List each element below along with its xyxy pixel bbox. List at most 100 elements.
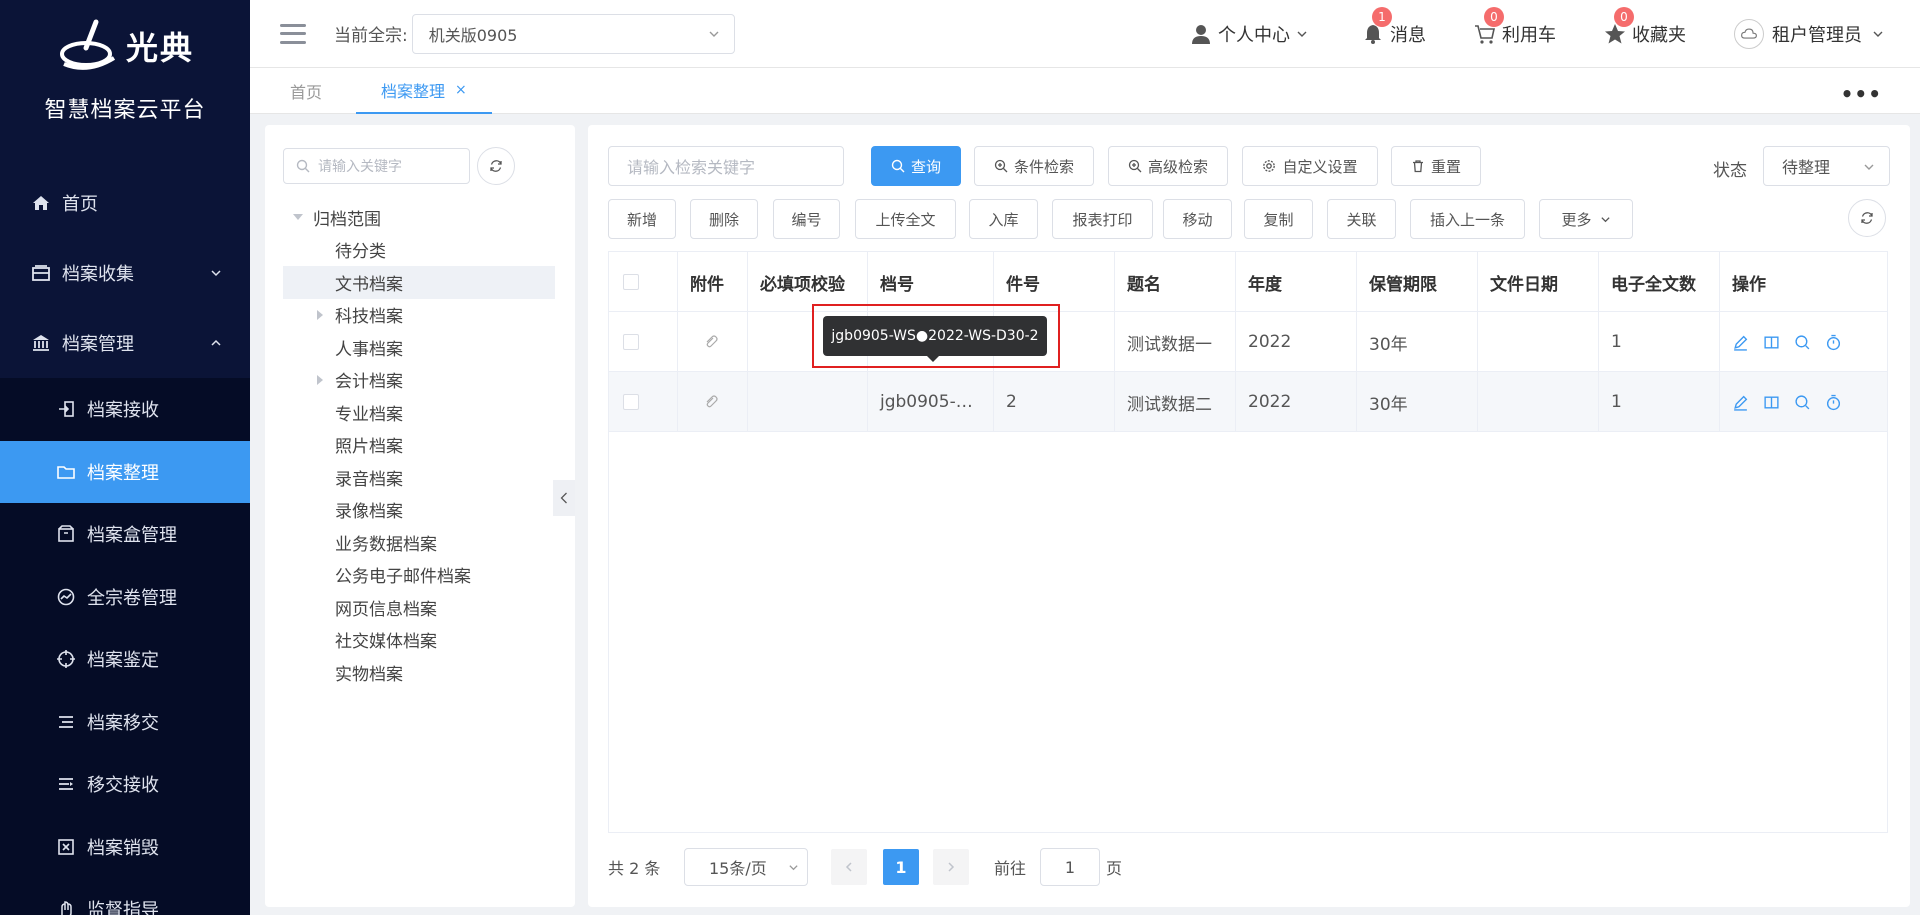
column-header[interactable]: 年度 [1236, 252, 1357, 312]
collapse-icon[interactable] [317, 309, 323, 320]
tree-node[interactable]: 社交媒体档案 [283, 624, 555, 657]
collapse-icon[interactable] [317, 374, 323, 385]
messages-link[interactable]: 1 消息 [1362, 7, 1426, 47]
sidebar-item-arrange[interactable]: 档案整理 [0, 440, 250, 503]
expand-icon[interactable] [293, 214, 303, 220]
delete-button[interactable]: 删除 [690, 199, 758, 239]
prev-page-button[interactable] [831, 849, 867, 885]
edit-icon[interactable] [1732, 334, 1749, 351]
cart-label: 利用车 [1502, 25, 1556, 46]
paperclip-icon[interactable] [703, 334, 719, 350]
column-header[interactable]: 电子全文数 [1599, 252, 1720, 312]
sidebar-item-box[interactable]: 档案盒管理 [0, 503, 250, 566]
sidebar-item-appraise[interactable]: 档案鉴定 [0, 628, 250, 691]
tree-node-selected[interactable]: 文书档案 [283, 266, 555, 299]
sidebar-item-destroy[interactable]: 档案销毁 [0, 816, 250, 879]
panel-collapse-button[interactable] [553, 480, 575, 516]
goto-label: 前往 [994, 859, 1027, 878]
sidebar-item-home[interactable]: 首页 [0, 168, 250, 238]
tree-node[interactable]: 科技档案 [283, 299, 555, 332]
book-icon[interactable] [1763, 394, 1780, 411]
link-button[interactable]: 关联 [1327, 199, 1396, 239]
column-header[interactable]: 必填项校验 [748, 252, 868, 312]
records-search-input[interactable]: 请输入检索关键字 [608, 146, 844, 186]
tree-node[interactable]: 会计档案 [283, 364, 555, 397]
select-all-checkbox[interactable] [623, 274, 639, 290]
tree-node[interactable]: 网页信息档案 [283, 591, 555, 624]
trash-icon [1412, 160, 1423, 173]
number-button[interactable]: 编号 [773, 199, 840, 239]
table-row[interactable]: jgb0905-… 2 测试数据二 2022 30年 1 [609, 372, 1887, 432]
advanced-search-button[interactable]: 高级检索 [1108, 146, 1228, 186]
tree-node[interactable]: 业务数据档案 [283, 526, 555, 559]
table-row[interactable]: 测试数据一 2022 30年 1 [609, 312, 1887, 372]
current-fonds-select[interactable]: 机关版0905 [411, 13, 735, 54]
column-header[interactable]: 附件 [678, 252, 748, 312]
tree-node[interactable]: 专业档案 [283, 396, 555, 429]
timer-icon[interactable] [1825, 394, 1842, 411]
sidebar-item-manage[interactable]: 档案管理 [0, 308, 250, 378]
sidebar-item-receive[interactable]: 档案接收 [0, 378, 250, 441]
user-menu[interactable]: 租户管理员 [1734, 19, 1890, 49]
sidebar-item-guide[interactable]: 监督指导 [0, 878, 250, 915]
row-checkbox[interactable] [623, 394, 639, 410]
timer-icon[interactable] [1825, 334, 1842, 351]
table-refresh-button[interactable] [1848, 199, 1886, 237]
tree-node-root[interactable]: 归档范围 [283, 201, 555, 234]
page-number-button[interactable]: 1 [883, 849, 919, 885]
status-select[interactable]: 待整理 [1763, 146, 1890, 186]
tree-node[interactable]: 实物档案 [283, 656, 555, 689]
tree-node[interactable]: 录像档案 [283, 494, 555, 527]
favorites-link[interactable]: 0 收藏夹 [1604, 7, 1686, 47]
query-button[interactable]: 查询 [871, 146, 961, 186]
cart-link[interactable]: 0 利用车 [1474, 7, 1556, 47]
upload-fulltext-button[interactable]: 上传全文 [855, 199, 956, 239]
tree-refresh-button[interactable] [477, 147, 515, 185]
sidebar-item-transfer-receive[interactable]: 移交接收 [0, 753, 250, 816]
sidebar-item-transfer[interactable]: 档案移交 [0, 691, 250, 754]
book-icon[interactable] [1763, 334, 1780, 351]
more-icon[interactable]: ••• [1841, 82, 1882, 106]
store-button[interactable]: 入库 [969, 199, 1038, 239]
user-center-menu[interactable]: 个人中心 [1190, 21, 1314, 47]
add-button[interactable]: 新增 [608, 199, 676, 239]
search-icon[interactable] [1794, 334, 1811, 351]
paperclip-icon[interactable] [703, 394, 719, 410]
condition-search-button[interactable]: 条件检索 [974, 146, 1094, 186]
column-header[interactable]: 题名 [1115, 252, 1236, 312]
tab-home[interactable]: 首页 [290, 68, 322, 114]
user-icon [1192, 25, 1210, 44]
move-button[interactable]: 移动 [1163, 199, 1232, 239]
tree-node[interactable]: 录音档案 [283, 461, 555, 494]
column-header[interactable]: 文件日期 [1478, 252, 1599, 312]
copy-button[interactable]: 复制 [1244, 199, 1313, 239]
page-size-select[interactable]: 15条/页 [684, 848, 808, 886]
goto-page-input[interactable]: 1 [1040, 848, 1100, 886]
home-icon [30, 192, 52, 214]
custom-settings-button[interactable]: 自定义设置 [1242, 146, 1378, 186]
chevron-down-icon [211, 270, 221, 277]
row-checkbox[interactable] [623, 334, 639, 350]
chevron-up-icon [211, 339, 221, 346]
column-header[interactable]: 件号 [994, 252, 1115, 312]
sidebar-item-collect[interactable]: 档案收集 [0, 238, 250, 308]
menu-toggle-icon[interactable] [280, 23, 306, 44]
close-icon[interactable]: × [455, 82, 467, 98]
tree-search-input[interactable]: 请输入关键字 [283, 148, 470, 184]
sidebar-item-fonds[interactable]: 全宗卷管理 [0, 566, 250, 629]
column-header[interactable]: 保管期限 [1357, 252, 1478, 312]
tree-node[interactable]: 人事档案 [283, 331, 555, 364]
sidebar-item-label: 档案盒管理 [87, 525, 177, 547]
report-print-button[interactable]: 报表打印 [1052, 199, 1153, 239]
tree-node[interactable]: 照片档案 [283, 429, 555, 462]
next-page-button[interactable] [933, 849, 969, 885]
reset-button[interactable]: 重置 [1391, 146, 1481, 186]
column-header[interactable]: 档号 [868, 252, 994, 312]
more-button[interactable]: 更多 [1539, 199, 1633, 239]
insert-previous-button[interactable]: 插入上一条 [1410, 199, 1525, 239]
tree-node[interactable]: 公务电子邮件档案 [283, 559, 555, 592]
tree-node[interactable]: 待分类 [283, 234, 555, 267]
tab-arrange[interactable]: 档案整理 × [356, 68, 492, 114]
edit-icon[interactable] [1732, 394, 1749, 411]
search-icon[interactable] [1794, 394, 1811, 411]
